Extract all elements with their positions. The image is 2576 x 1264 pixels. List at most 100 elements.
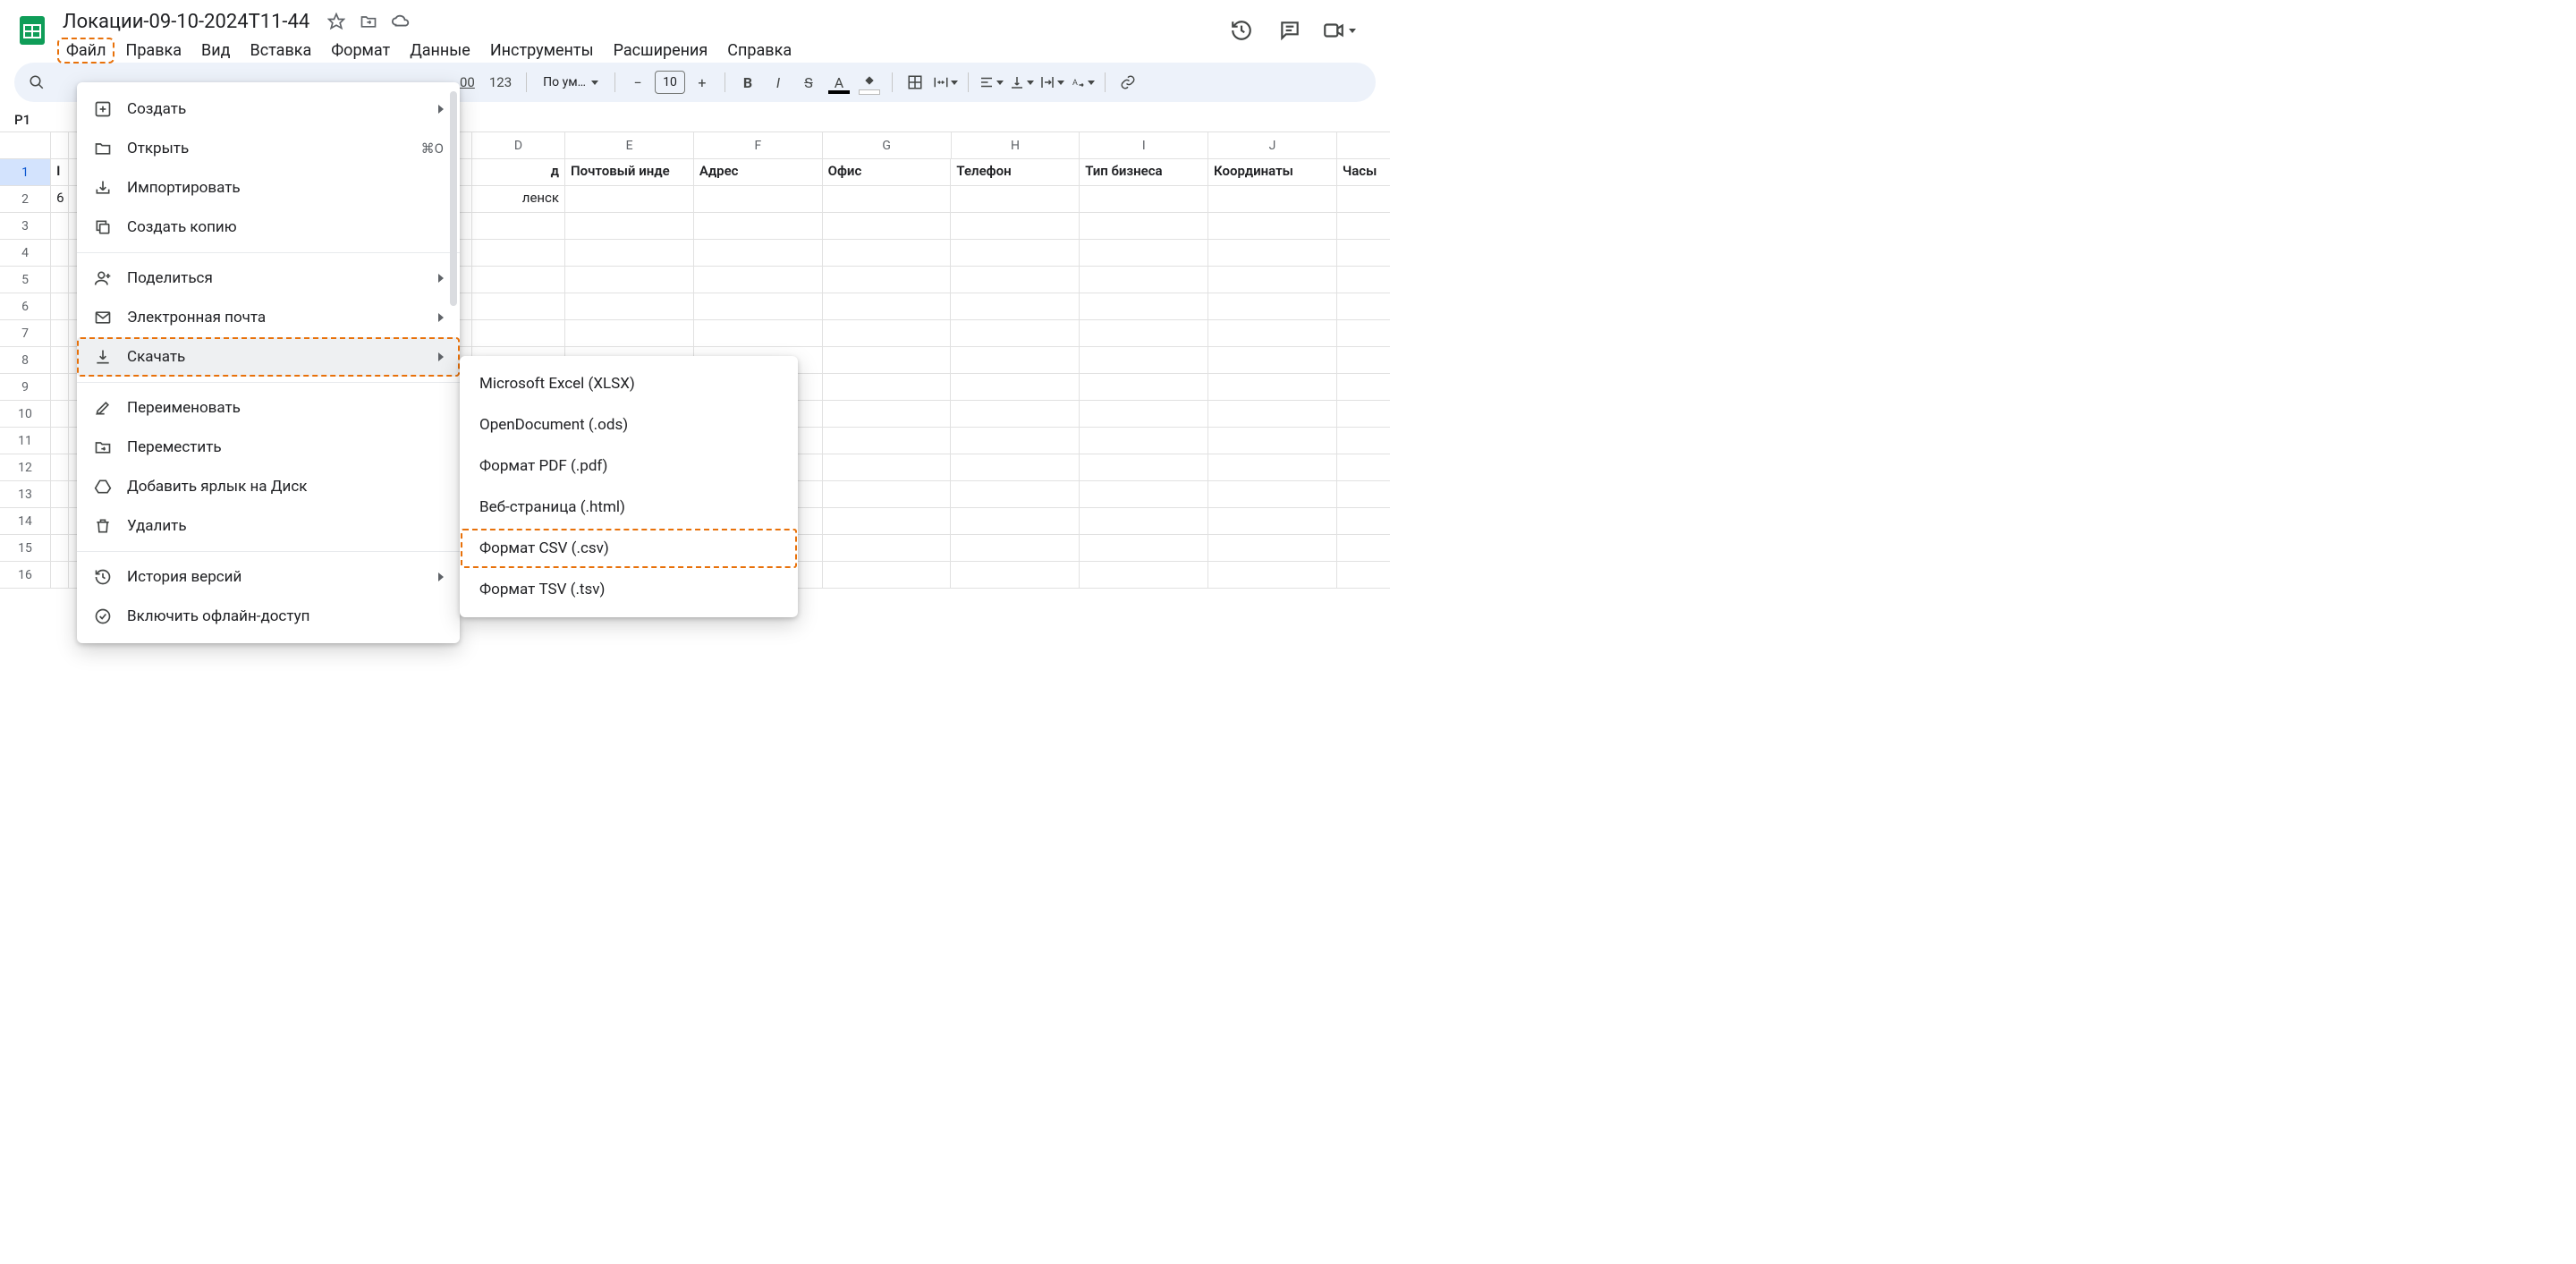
cell[interactable] [472, 267, 565, 293]
menu-item-offline[interactable]: Включить офлайн-доступ [77, 597, 460, 636]
cell[interactable] [1337, 186, 1390, 213]
cell[interactable] [823, 213, 952, 240]
row-header[interactable]: 11 [0, 428, 51, 454]
cell[interactable] [694, 320, 823, 347]
meet-icon[interactable] [1322, 14, 1368, 47]
cell[interactable] [1337, 293, 1390, 320]
row-header[interactable]: 14 [0, 508, 51, 535]
select-all-corner[interactable] [0, 132, 51, 158]
row-header[interactable]: 5 [0, 267, 51, 293]
cell[interactable] [565, 267, 694, 293]
cell[interactable] [1337, 374, 1390, 401]
cell[interactable] [1208, 320, 1337, 347]
cell[interactable] [51, 293, 69, 320]
text-wrap-icon[interactable] [1038, 69, 1065, 96]
search-icon[interactable] [23, 69, 50, 96]
font-size-decrease[interactable]: − [624, 69, 651, 96]
cell[interactable]: Адрес [694, 159, 823, 186]
download-option[interactable]: Microsoft Excel (XLSX) [460, 363, 798, 404]
move-to-folder-icon[interactable] [358, 11, 379, 32]
cell[interactable]: 6 [51, 186, 69, 213]
menu-extensions[interactable]: Расширения [605, 38, 717, 64]
cell[interactable] [565, 293, 694, 320]
cell[interactable] [694, 186, 823, 213]
cell[interactable] [51, 374, 69, 401]
cell[interactable] [1080, 374, 1208, 401]
cell[interactable] [1080, 428, 1208, 454]
link-icon[interactable] [1114, 69, 1141, 96]
row-header[interactable]: 16 [0, 562, 51, 589]
row-header[interactable]: 9 [0, 374, 51, 401]
number-format[interactable]: 123 [484, 74, 517, 90]
row-header[interactable]: 2 [0, 186, 51, 213]
row-header[interactable]: 8 [0, 347, 51, 374]
menu-item-copy[interactable]: Создать копию [77, 208, 460, 247]
cell[interactable] [1337, 428, 1390, 454]
cell[interactable] [1208, 186, 1337, 213]
row-header[interactable]: 1 [0, 159, 51, 186]
cell[interactable] [951, 508, 1080, 535]
cell[interactable]: Офис [823, 159, 952, 186]
cell[interactable] [823, 481, 952, 508]
cell[interactable] [1208, 347, 1337, 374]
cell[interactable] [694, 293, 823, 320]
cell[interactable] [951, 481, 1080, 508]
download-option[interactable]: Веб-страница (.html) [460, 487, 798, 528]
menu-item-person-plus[interactable]: Поделиться [77, 259, 460, 298]
cell[interactable] [951, 240, 1080, 267]
cell[interactable] [1208, 454, 1337, 481]
menu-item-move[interactable]: Переместить [77, 428, 460, 467]
column-header[interactable]: D [472, 132, 565, 158]
column-header[interactable] [51, 132, 69, 158]
cell[interactable] [1337, 481, 1390, 508]
cell[interactable] [51, 481, 69, 508]
cell[interactable] [51, 240, 69, 267]
cell[interactable] [823, 454, 952, 481]
cell[interactable] [51, 320, 69, 347]
cell[interactable] [823, 401, 952, 428]
row-header[interactable]: 6 [0, 293, 51, 320]
cell[interactable] [51, 454, 69, 481]
star-icon[interactable] [326, 11, 347, 32]
cell[interactable] [472, 293, 565, 320]
cell[interactable]: Почтовый инде [565, 159, 694, 186]
cell[interactable] [951, 401, 1080, 428]
cell[interactable] [1337, 240, 1390, 267]
cell[interactable] [1208, 401, 1337, 428]
menu-item-download[interactable]: Скачать [77, 337, 460, 377]
merge-cells-icon[interactable] [932, 69, 959, 96]
cell[interactable] [1208, 428, 1337, 454]
menu-view[interactable]: Вид [192, 38, 239, 64]
cell[interactable]: Телефон [951, 159, 1080, 186]
cell[interactable] [51, 508, 69, 535]
row-header[interactable]: 13 [0, 481, 51, 508]
row-header[interactable]: 15 [0, 535, 51, 562]
cloud-status-icon[interactable] [390, 11, 411, 32]
cell[interactable] [1208, 535, 1337, 562]
history-icon[interactable] [1225, 14, 1258, 47]
cell[interactable] [51, 562, 69, 589]
menu-item-folder[interactable]: Открыть⌘O [77, 129, 460, 168]
menu-item-mail[interactable]: Электронная почта [77, 298, 460, 337]
menu-data[interactable]: Данные [401, 38, 479, 64]
cell[interactable] [472, 320, 565, 347]
cell[interactable] [951, 213, 1080, 240]
download-option[interactable]: Формат TSV (.tsv) [460, 569, 798, 610]
column-header[interactable]: J [1208, 132, 1337, 158]
menu-item-history[interactable]: История версий [77, 557, 460, 597]
cell[interactable] [823, 293, 952, 320]
cell[interactable] [823, 428, 952, 454]
font-size-increase[interactable]: + [689, 69, 716, 96]
cell[interactable] [1208, 562, 1337, 589]
cell[interactable]: Часы [1337, 159, 1390, 186]
menu-format[interactable]: Формат [322, 38, 399, 64]
cell[interactable] [823, 508, 952, 535]
cell[interactable]: Тип бизнеса [1080, 159, 1208, 186]
cell[interactable] [565, 240, 694, 267]
row-header[interactable]: 3 [0, 213, 51, 240]
cell[interactable] [951, 428, 1080, 454]
menu-help[interactable]: Справка [718, 38, 801, 64]
cell[interactable] [1080, 535, 1208, 562]
cell[interactable] [1208, 293, 1337, 320]
menu-file[interactable]: Файл [57, 38, 114, 64]
